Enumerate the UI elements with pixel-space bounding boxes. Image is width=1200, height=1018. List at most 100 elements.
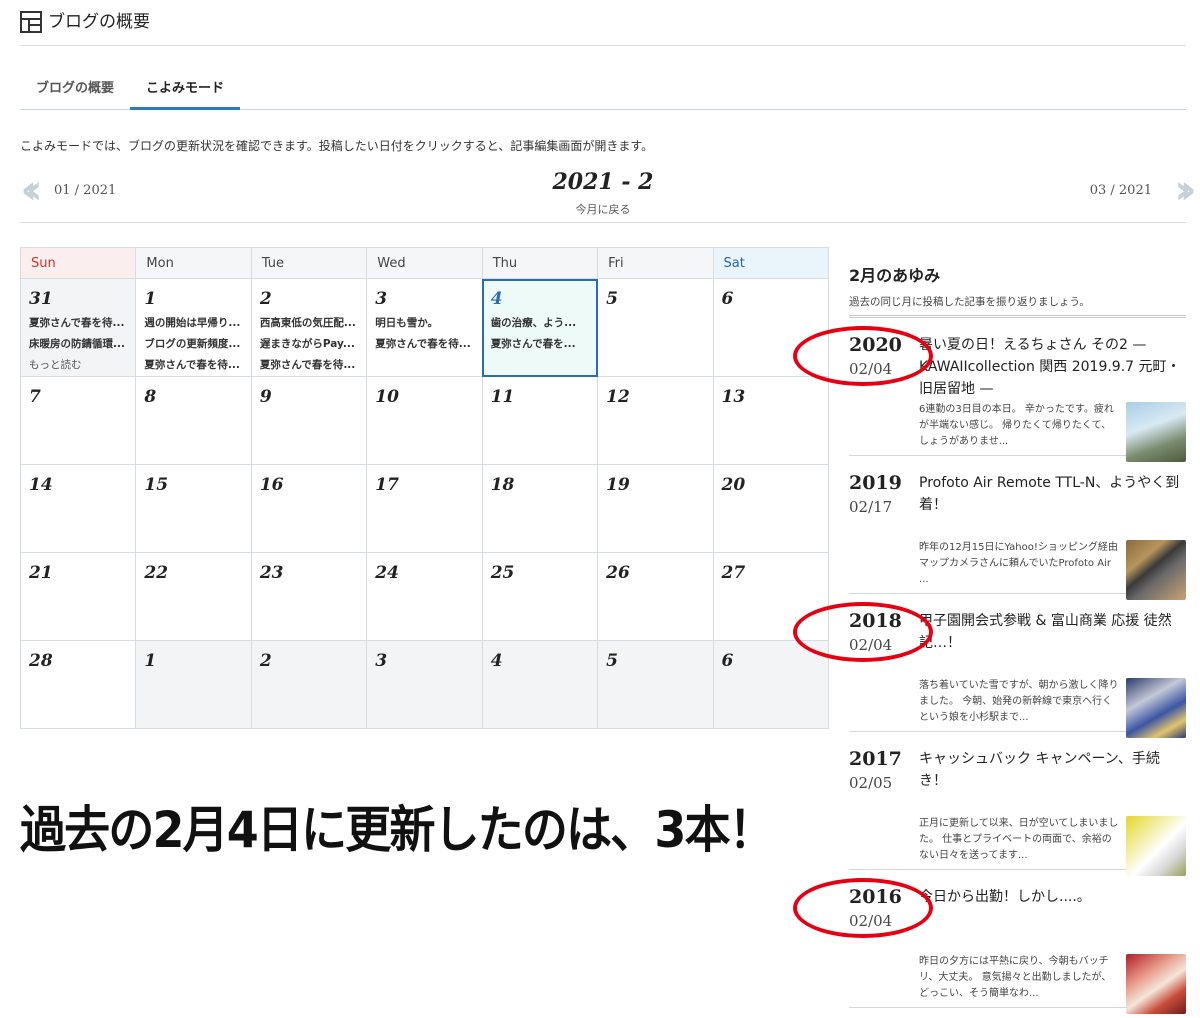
day-number: 26 <box>606 563 630 583</box>
calendar-day-cell[interactable]: 18 <box>481 464 599 553</box>
page-title: ブログの概要 <box>48 12 150 32</box>
day-number: 21 <box>29 563 53 583</box>
calendar-day-cell[interactable]: 22 <box>135 552 252 641</box>
day-number: 7 <box>29 387 41 407</box>
calendar-day-cell[interactable]: 14 <box>19 464 137 553</box>
day-number: 23 <box>259 563 284 583</box>
calendar-day-cell[interactable]: 4 <box>481 640 599 729</box>
calendar-day-cell[interactable]: 19 <box>597 464 714 553</box>
calendar-day-cell[interactable]: 5 <box>597 278 714 377</box>
calendar-week-row: 31 夏弥さんで春を待... 床暖房の防錆循環... もっと読む 1 週の開始は早帰り..… <box>19 278 830 377</box>
calendar-day-cell[interactable]: 31 夏弥さんで春を待... 床暖房の防錆循環... もっと読む <box>19 278 137 377</box>
calendar-day-cell[interactable]: 10 <box>366 376 483 465</box>
tab-koyomi-mode[interactable]: こよみモード <box>130 74 241 110</box>
calendar-day-cell[interactable]: 6 <box>712 278 830 377</box>
calendar-day-cell[interactable]: 2 <box>250 640 368 729</box>
entry-thumbnail[interactable] <box>1126 402 1186 462</box>
day-number: 6 <box>721 651 734 671</box>
calendar-post-link[interactable]: ブログの更新頻度... <box>144 334 242 355</box>
entry-title[interactable]: 暑い夏の日！えるちょさん その2 — KAWAIIcollection 関西 2… <box>919 334 1184 400</box>
calendar-post-link[interactable]: 週の開始は早帰り... <box>144 313 242 334</box>
tab-blog-overview[interactable]: ブログの概要 <box>20 74 130 110</box>
weekday-fri: Fri <box>597 247 714 279</box>
calendar-post-link[interactable]: 歯の治療、よう... <box>491 313 589 334</box>
day-number: 10 <box>375 387 399 407</box>
calendar-day-cell[interactable]: 28 <box>19 640 137 729</box>
tab-bar: ブログの概要 こよみモード <box>20 74 1186 110</box>
entry-thumbnail[interactable] <box>1126 954 1186 1014</box>
entry-excerpt: 6連勤の3日目の本日。 辛かったです。疲れが半端ない感じ。 帰りたくて帰りたくて… <box>919 404 1114 447</box>
calendar-day-cell[interactable]: 7 <box>19 376 137 465</box>
month-navigation: ‹‹ 01 / 2021 2021 - 2 今月に戻る 03 / 2021 ›› <box>20 165 1200 223</box>
calendar-day-cell[interactable]: 5 <box>597 640 714 729</box>
day-number: 14 <box>29 475 53 495</box>
calendar-day-cell[interactable]: 27 <box>712 552 830 641</box>
day-number: 4 <box>490 651 503 671</box>
calendar-day-cell[interactable]: 16 <box>250 464 368 553</box>
calendar-day-cell[interactable]: 15 <box>135 464 252 553</box>
calendar-day-cell[interactable]: 17 <box>366 464 483 553</box>
calendar-post-link[interactable]: 夏弥さんで春を待... <box>260 355 358 376</box>
calendar-day-cell[interactable]: 21 <box>19 552 137 641</box>
calendar-day-cell[interactable]: 24 <box>366 552 483 641</box>
history-entry[interactable]: 2016 02/04 今日から出勤！しかし....。 昨日の夕方には平熱に戻り、今朝も… <box>793 870 1186 1014</box>
history-entry[interactable]: 2019 02/17 Profoto Air Remote TTL-N、ようやく到着… <box>849 456 1186 600</box>
entry-thumbnail[interactable] <box>1126 678 1186 738</box>
next-month-button[interactable]: 03 / 2021 ›› <box>1090 165 1200 215</box>
day-number: 1 <box>144 651 157 671</box>
calendar-day-cell[interactable]: 3 明日も雪か。 夏弥さんで春を待... <box>366 278 483 377</box>
calendar-day-cell[interactable]: 1 週の開始は早帰り... ブログの更新頻度... 夏弥さんで春を待... <box>135 278 252 377</box>
entry-year: 2018 <box>849 610 902 632</box>
day-number: 8 <box>144 387 157 407</box>
calendar-day-cell[interactable]: 12 <box>597 376 714 465</box>
entry-thumbnail[interactable] <box>1126 540 1186 600</box>
entry-title[interactable]: キャッシュバック キャンペーン、手続き！ <box>919 748 1184 792</box>
history-entry[interactable]: 2020 02/04 暑い夏の日！えるちょさん その2 — KAWAIIcollec… <box>793 318 1186 462</box>
day-number: 19 <box>606 475 630 495</box>
layout-icon <box>20 11 42 33</box>
read-more-link[interactable]: もっと読む <box>29 355 127 376</box>
calendar-post-link[interactable]: 床暖房の防錆循環... <box>29 334 127 355</box>
entry-title[interactable]: Profoto Air Remote TTL-N、ようやく到着！ <box>919 472 1184 516</box>
calendar-post-link[interactable]: 夏弥さんで春を待... <box>144 355 242 376</box>
entry-year: 2016 <box>849 886 902 908</box>
calendar-day-cell[interactable]: 20 <box>712 464 830 553</box>
entry-title[interactable]: 甲子園開会式参戦 & 富山商業 応援 徒然記…！ <box>919 610 1184 654</box>
calendar-grid: Sun Mon Tue Wed Thu Fri Sat 31 夏弥さんで春を待..… <box>19 247 830 729</box>
entry-title[interactable]: 今日から出勤！しかし....。 <box>919 886 1184 908</box>
calendar-week-row: 14 15 16 17 18 19 20 <box>19 464 830 553</box>
calendar-day-cell[interactable]: 9 <box>250 376 368 465</box>
calendar-post-link[interactable]: 遅まきながらPay... <box>260 334 358 355</box>
calendar-week-row: 7 8 9 10 11 12 13 <box>19 376 830 465</box>
calendar-day-cell[interactable]: 6 <box>712 640 830 729</box>
calendar-post-link[interactable]: 明日も雪か。 <box>375 313 473 334</box>
day-number: 28 <box>29 651 53 671</box>
entry-excerpt: 正月に更新して以来、日が空いてしまいました。 仕事とプライベートの両面で、余裕の… <box>919 818 1119 861</box>
calendar-day-cell[interactable]: 11 <box>481 376 599 465</box>
calendar-post-link[interactable]: 西高東低の気圧配... <box>260 313 358 334</box>
day-number: 25 <box>490 563 515 583</box>
calendar-day-cell[interactable]: 23 <box>250 552 368 641</box>
history-entry[interactable]: 2018 02/04 甲子園開会式参戦 & 富山商業 応援 徒然記…！ 落ち着いていた… <box>793 594 1186 738</box>
entry-date: 02/04 <box>849 636 893 654</box>
day-number: 5 <box>606 289 618 309</box>
back-to-today-link[interactable]: 今月に戻る <box>576 201 631 217</box>
annotation-caption: 過去の2月4日に更新したのは、3本！ <box>20 801 775 859</box>
day-number: 20 <box>721 475 746 495</box>
calendar-post-link[interactable]: 夏弥さんで春を... <box>491 334 589 355</box>
calendar-post-link[interactable]: 夏弥さんで春を待... <box>375 334 473 355</box>
entry-thumbnail[interactable] <box>1126 816 1186 876</box>
calendar-week-row: 28 1 2 3 4 5 6 <box>19 640 830 729</box>
calendar-day-cell[interactable]: 2 西高東低の気圧配... 遅まきながらPay... 夏弥さんで春を待... <box>250 278 368 377</box>
calendar-day-cell[interactable]: 26 <box>597 552 714 641</box>
history-entry[interactable]: 2017 02/05 キャッシュバック キャンペーン、手続き！ 正月に更新して以来、日… <box>849 732 1186 876</box>
calendar-day-cell[interactable]: 4 歯の治療、よう... 夏弥さんで春を... <box>481 278 599 377</box>
history-subtitle: 過去の同じ月に投稿した記事を振り返りましょう。 <box>849 294 1186 318</box>
calendar-day-cell[interactable]: 13 <box>712 376 830 465</box>
calendar-day-cell[interactable]: 25 <box>481 552 599 641</box>
calendar-day-cell[interactable]: 3 <box>366 640 483 729</box>
calendar-post-link[interactable]: 夏弥さんで春を待... <box>29 313 127 334</box>
calendar-day-cell[interactable]: 1 <box>135 640 252 729</box>
calendar-day-cell[interactable]: 8 <box>135 376 252 465</box>
entry-date: 02/17 <box>849 498 893 516</box>
